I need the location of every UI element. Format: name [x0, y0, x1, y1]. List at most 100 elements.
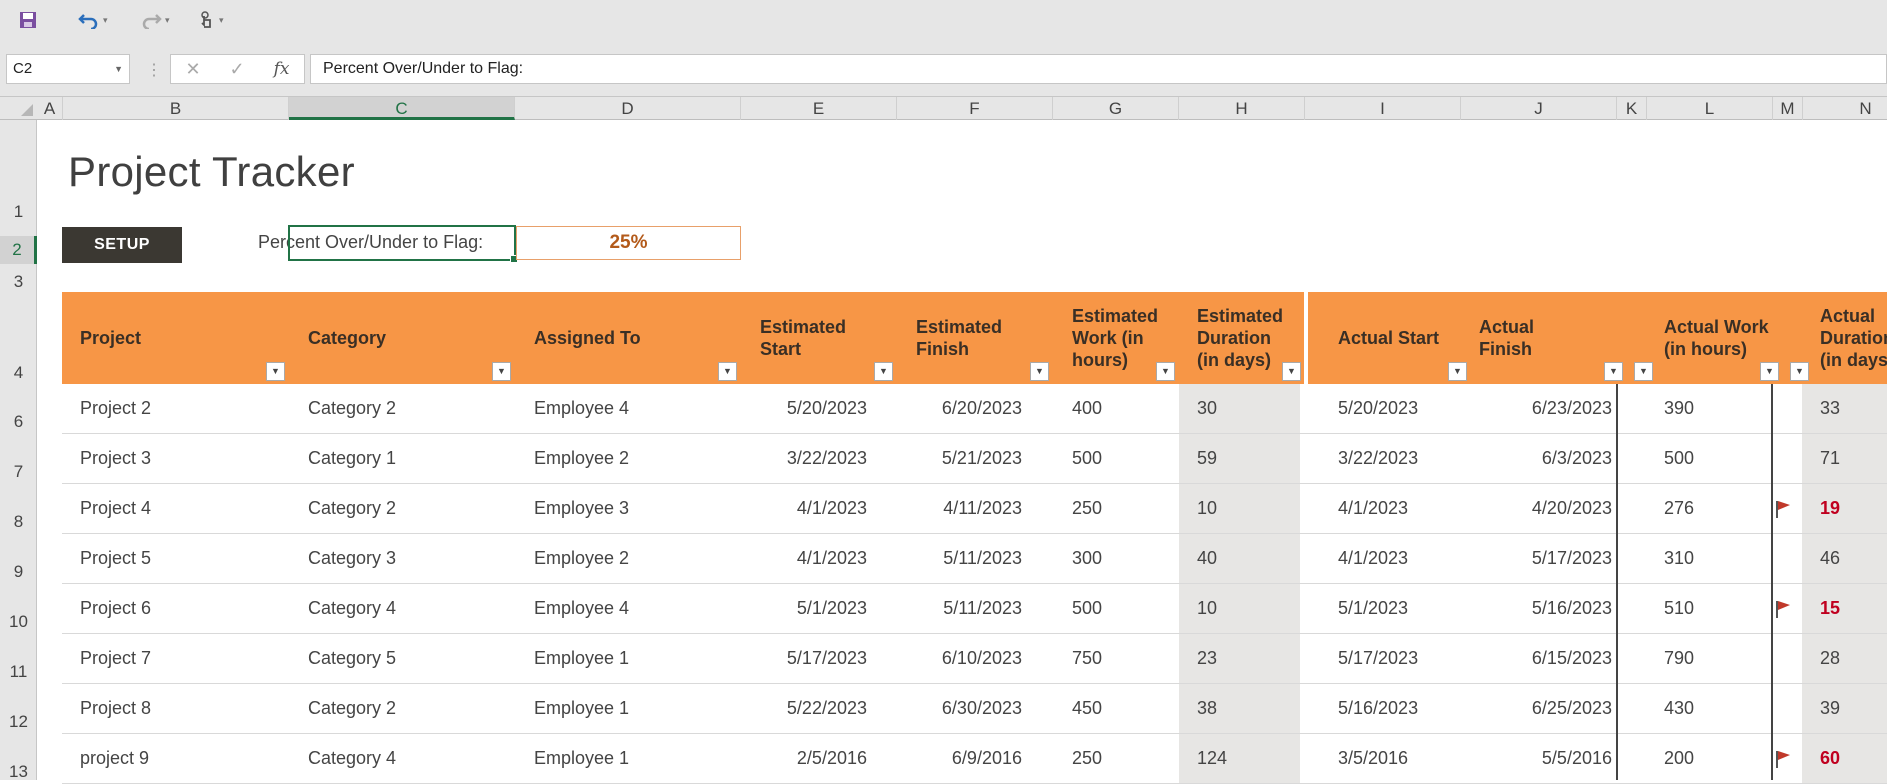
cell-est-duration[interactable]: 30: [1197, 384, 1297, 433]
cell-act-start[interactable]: 4/1/2023: [1338, 534, 1478, 583]
cell-est-work[interactable]: 300: [1072, 534, 1172, 583]
filter-act-start-icon[interactable]: ▼: [1448, 362, 1467, 381]
cell-est-finish[interactable]: 5/21/2023: [872, 434, 1022, 483]
cell-category[interactable]: Category 2: [308, 684, 508, 733]
cell-act-duration[interactable]: 60: [1820, 734, 1887, 783]
cell-act-work[interactable]: 390: [1664, 384, 1764, 433]
undo-icon[interactable]: ▾: [78, 8, 108, 32]
cell-est-work[interactable]: 500: [1072, 584, 1172, 633]
cell-act-work[interactable]: 790: [1664, 634, 1764, 683]
cell-act-start[interactable]: 3/5/2016: [1338, 734, 1478, 783]
cell-act-duration[interactable]: 46: [1820, 534, 1887, 583]
cell-act-finish[interactable]: 5/5/2016: [1482, 734, 1612, 783]
cell-act-finish[interactable]: 5/17/2023: [1482, 534, 1612, 583]
column-header-l[interactable]: L: [1647, 97, 1773, 120]
cell-est-start[interactable]: 2/5/2016: [712, 734, 867, 783]
cell-project[interactable]: Project 3: [80, 434, 280, 483]
filter-act-work-icon[interactable]: ▼: [1760, 362, 1779, 381]
cell-act-finish[interactable]: 4/20/2023: [1482, 484, 1612, 533]
cell-assigned[interactable]: Employee 4: [534, 384, 734, 433]
cell-est-work[interactable]: 250: [1072, 484, 1172, 533]
column-header-m[interactable]: M: [1773, 97, 1803, 120]
cell-assigned[interactable]: Employee 1: [534, 734, 734, 783]
cell-est-finish[interactable]: 5/11/2023: [872, 584, 1022, 633]
filter-project-icon[interactable]: ▼: [266, 362, 285, 381]
column-header-n[interactable]: N: [1803, 97, 1887, 120]
filter-est-work-icon[interactable]: ▼: [1156, 362, 1175, 381]
filter-est-start-icon[interactable]: ▼: [874, 362, 893, 381]
cell-act-duration[interactable]: 28: [1820, 634, 1887, 683]
cell-est-finish[interactable]: 6/20/2023: [872, 384, 1022, 433]
cell-project[interactable]: Project 5: [80, 534, 280, 583]
cell-est-work[interactable]: 450: [1072, 684, 1172, 733]
setup-button[interactable]: SETUP: [62, 227, 182, 263]
cell-est-duration[interactable]: 10: [1197, 584, 1297, 633]
cell-est-finish[interactable]: 4/11/2023: [872, 484, 1022, 533]
cell-est-start[interactable]: 5/20/2023: [712, 384, 867, 433]
row-header-2[interactable]: 2: [0, 236, 37, 264]
cell-act-start[interactable]: 5/17/2023: [1338, 634, 1478, 683]
cell-act-finish[interactable]: 6/3/2023: [1482, 434, 1612, 483]
column-header-g[interactable]: G: [1053, 97, 1179, 120]
touch-mode-icon[interactable]: ▾: [198, 8, 224, 32]
cell-est-work[interactable]: 400: [1072, 384, 1172, 433]
cell-project[interactable]: Project 4: [80, 484, 280, 533]
filter-est-finish-icon[interactable]: ▼: [1030, 362, 1049, 381]
enter-icon[interactable]: ✓: [230, 59, 245, 80]
cell-assigned[interactable]: Employee 1: [534, 684, 734, 733]
cell-est-start[interactable]: 4/1/2023: [712, 484, 867, 533]
cell-assigned[interactable]: Employee 4: [534, 584, 734, 633]
cell-assigned[interactable]: Employee 1: [534, 634, 734, 683]
cell-assigned[interactable]: Employee 3: [534, 484, 734, 533]
cell-est-start[interactable]: 5/1/2023: [712, 584, 867, 633]
cell-est-duration[interactable]: 38: [1197, 684, 1297, 733]
cell-assigned[interactable]: Employee 2: [534, 434, 734, 483]
cell-act-work[interactable]: 200: [1664, 734, 1764, 783]
filter-act-finish-icon[interactable]: ▼: [1604, 362, 1623, 381]
row-header-6[interactable]: 6: [0, 412, 37, 432]
undo-dropdown-icon[interactable]: ▾: [103, 15, 108, 26]
cancel-icon[interactable]: ✕: [185, 59, 200, 80]
column-header-e[interactable]: E: [741, 97, 897, 120]
cell-act-start[interactable]: 5/1/2023: [1338, 584, 1478, 633]
row-header-13[interactable]: 13: [0, 762, 37, 782]
cell-est-finish[interactable]: 6/30/2023: [872, 684, 1022, 733]
cell-est-start[interactable]: 3/22/2023: [712, 434, 867, 483]
cell-act-work[interactable]: 276: [1664, 484, 1764, 533]
save-icon[interactable]: [18, 8, 38, 32]
cell-project[interactable]: Project 7: [80, 634, 280, 683]
cell-est-start[interactable]: 5/17/2023: [712, 634, 867, 683]
cell-category[interactable]: Category 4: [308, 584, 508, 633]
cell-category[interactable]: Category 4: [308, 734, 508, 783]
cell-est-duration[interactable]: 40: [1197, 534, 1297, 583]
cell-est-work[interactable]: 250: [1072, 734, 1172, 783]
cell-est-start[interactable]: 4/1/2023: [712, 534, 867, 583]
cell-category[interactable]: Category 2: [308, 484, 508, 533]
name-box[interactable]: C2 ▼: [6, 54, 130, 84]
filter-m-icon[interactable]: ▼: [1790, 362, 1809, 381]
filter-k-icon[interactable]: ▼: [1634, 362, 1653, 381]
column-header-d[interactable]: D: [515, 97, 741, 120]
chevron-down-icon[interactable]: ▼: [114, 55, 123, 83]
row-header-9[interactable]: 9: [0, 562, 37, 582]
row-header-10[interactable]: 10: [0, 612, 37, 632]
cell-project[interactable]: Project 6: [80, 584, 280, 633]
formula-input[interactable]: Percent Over/Under to Flag:: [310, 54, 1887, 84]
flag-threshold-input[interactable]: 25%: [516, 226, 741, 260]
filter-assigned-icon[interactable]: ▼: [718, 362, 737, 381]
cell-est-finish[interactable]: 6/10/2023: [872, 634, 1022, 683]
cell-est-duration[interactable]: 59: [1197, 434, 1297, 483]
cell-category[interactable]: Category 1: [308, 434, 508, 483]
cell-est-work[interactable]: 500: [1072, 434, 1172, 483]
cell-assigned[interactable]: Employee 2: [534, 534, 734, 583]
cell-act-finish[interactable]: 6/23/2023: [1482, 384, 1612, 433]
column-header-b[interactable]: B: [63, 97, 289, 120]
cell-est-duration[interactable]: 23: [1197, 634, 1297, 683]
cell-project[interactable]: Project 8: [80, 684, 280, 733]
cell-act-duration[interactable]: 33: [1820, 384, 1887, 433]
row-header-3[interactable]: 3: [0, 272, 37, 292]
row-header-12[interactable]: 12: [0, 712, 37, 732]
cell-act-start[interactable]: 5/16/2023: [1338, 684, 1478, 733]
filter-est-duration-icon[interactable]: ▼: [1282, 362, 1301, 381]
cell-act-work[interactable]: 310: [1664, 534, 1764, 583]
